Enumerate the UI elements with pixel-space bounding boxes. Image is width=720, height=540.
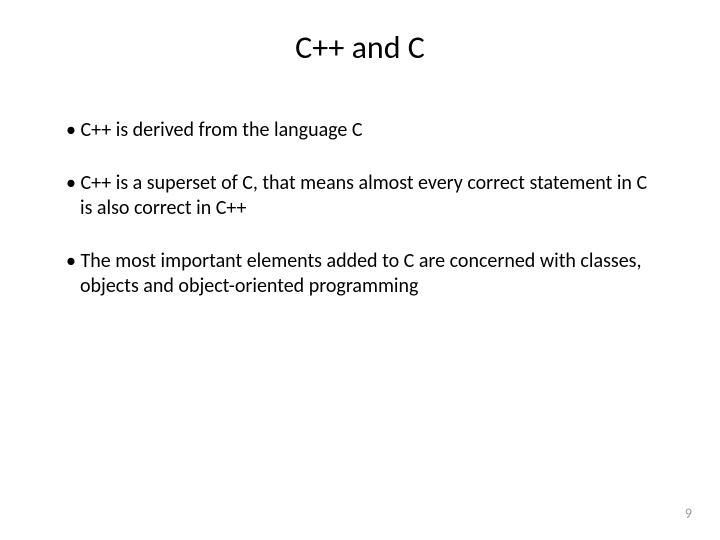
bullet-item: • C++ is derived from the language C xyxy=(66,118,660,143)
bullet-icon: • xyxy=(66,171,80,195)
page-number: 9 xyxy=(685,505,692,522)
bullet-icon: • xyxy=(66,118,80,142)
slide-body: • C++ is derived from the language C • C… xyxy=(66,118,660,327)
bullet-item: • C++ is a superset of C, that means alm… xyxy=(66,171,660,221)
bullet-text: C++ is derived from the language C xyxy=(80,118,362,142)
slide-title: C++ and C xyxy=(0,28,720,67)
bullet-text: The most important elements added to C a… xyxy=(80,249,641,298)
slide: C++ and C • C++ is derived from the lang… xyxy=(0,0,720,540)
bullet-icon: • xyxy=(66,249,80,273)
bullet-item: • The most important elements added to C… xyxy=(66,249,660,299)
bullet-text: C++ is a superset of C, that means almos… xyxy=(80,171,647,220)
